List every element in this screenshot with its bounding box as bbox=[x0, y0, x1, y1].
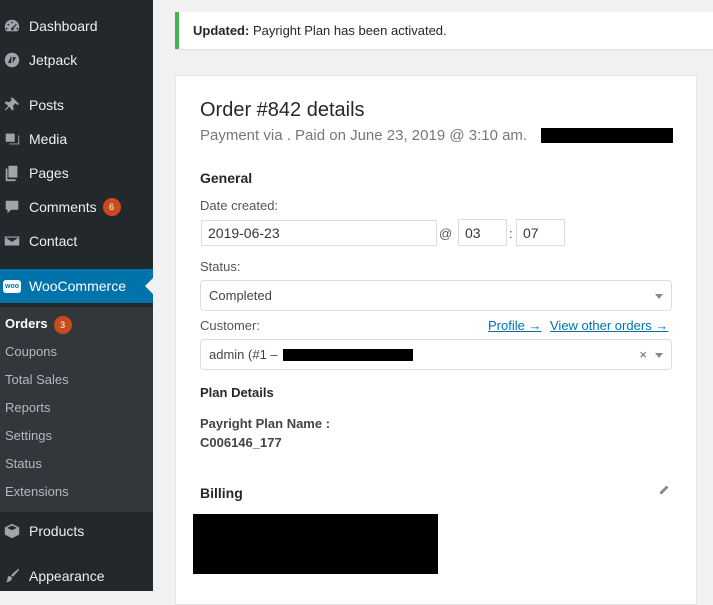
plan-details-heading: Plan Details bbox=[200, 385, 274, 400]
menu-item-jetpack[interactable]: Jetpack bbox=[0, 43, 153, 77]
submenu-item-coupons[interactable]: Coupons bbox=[5, 338, 57, 366]
activation-notice: Updated: Payright Plan has been activate… bbox=[175, 12, 713, 49]
plan-name-value: C006146_177 bbox=[200, 435, 282, 450]
menu-item-posts[interactable]: Posts bbox=[0, 88, 153, 122]
redaction-bar bbox=[283, 349, 413, 361]
menu-label: Pages bbox=[29, 165, 69, 181]
menu-item-pages[interactable]: Pages bbox=[0, 156, 153, 190]
minute-input[interactable]: 07 bbox=[516, 219, 565, 246]
chevron-down-icon bbox=[655, 352, 663, 358]
menu-item-appearance[interactable]: Appearance bbox=[0, 559, 153, 593]
notice-prefix: Updated: bbox=[193, 23, 250, 38]
billing-heading: Billing bbox=[200, 485, 243, 501]
woo-icon: woo bbox=[2, 276, 22, 296]
orders-count-badge: 3 bbox=[53, 316, 72, 334]
active-arrow bbox=[145, 278, 153, 294]
status-value: Completed bbox=[209, 288, 272, 303]
comment-icon bbox=[2, 197, 22, 217]
menu-item-media[interactable]: Media bbox=[0, 122, 153, 156]
date-created-value: 2019-06-23 bbox=[208, 225, 280, 241]
minute-value: 07 bbox=[523, 224, 539, 241]
submenu-item-settings[interactable]: Settings bbox=[5, 422, 52, 450]
menu-item-contact[interactable]: Contact bbox=[0, 224, 153, 258]
comment-count-badge: 6 bbox=[102, 198, 121, 216]
chevron-down-icon bbox=[655, 293, 663, 299]
at-separator: @ bbox=[439, 226, 453, 241]
brush-icon bbox=[2, 566, 22, 586]
date-created-label: Date created: bbox=[200, 198, 279, 213]
redaction-block bbox=[193, 514, 438, 574]
date-created-input[interactable]: 2019-06-23 bbox=[201, 220, 437, 246]
view-other-orders-link[interactable]: View other orders → bbox=[550, 318, 668, 333]
order-title: Order #842 details bbox=[200, 99, 365, 121]
menu-label: Jetpack bbox=[29, 52, 78, 68]
menu-label: Posts bbox=[29, 97, 65, 113]
status-label: Status: bbox=[200, 259, 241, 274]
menu-label: Media bbox=[29, 131, 68, 147]
profile-link[interactable]: Profile → bbox=[488, 318, 541, 333]
clear-icon[interactable]: × bbox=[639, 347, 647, 363]
submenu-item-total-sales[interactable]: Total Sales bbox=[5, 366, 69, 394]
submenu-item-extensions[interactable]: Extensions bbox=[5, 478, 69, 506]
order-payment-subtitle: Payment via . Paid on June 23, 2019 @ 3:… bbox=[200, 127, 528, 144]
menu-label: Products bbox=[29, 523, 85, 539]
menu-item-products[interactable]: Products bbox=[0, 514, 153, 548]
menu-item-dashboard[interactable]: Dashboard bbox=[0, 9, 153, 43]
media-icon bbox=[2, 129, 22, 149]
general-heading: General bbox=[200, 170, 253, 186]
menu-label: Contact bbox=[29, 233, 78, 249]
plan-name-label: Payright Plan Name : bbox=[200, 416, 331, 431]
customer-label: Customer: bbox=[200, 318, 260, 333]
dashboard-icon bbox=[2, 16, 22, 36]
pin-icon bbox=[2, 95, 22, 115]
submenu-item-orders[interactable]: Orders 3 bbox=[5, 310, 72, 338]
status-select[interactable]: Completed bbox=[200, 280, 672, 311]
redaction-bar bbox=[541, 128, 673, 143]
menu-label: Appearance bbox=[29, 568, 105, 584]
jetpack-icon bbox=[2, 50, 22, 70]
menu-item-comments[interactable]: Comments 6 bbox=[0, 190, 153, 224]
menu-label: Comments bbox=[29, 199, 97, 215]
admin-sidebar: Dashboard Jetpack Posts Media Pages Comm… bbox=[0, 0, 153, 591]
hour-value: 03 bbox=[465, 224, 481, 241]
submenu-label: Orders bbox=[5, 316, 48, 331]
hour-input[interactable]: 03 bbox=[458, 219, 507, 246]
menu-item-woocommerce[interactable]: woo WooCommerce bbox=[0, 269, 153, 303]
pages-icon bbox=[2, 163, 22, 183]
pencil-icon[interactable] bbox=[658, 484, 670, 496]
envelope-icon bbox=[2, 231, 22, 251]
menu-label: Dashboard bbox=[29, 18, 98, 34]
colon-separator: : bbox=[509, 226, 513, 241]
customer-select[interactable]: admin (#1 – × bbox=[200, 339, 672, 370]
box-icon bbox=[2, 521, 22, 541]
woocommerce-submenu: Orders 3 Coupons Total Sales Reports Sett… bbox=[0, 307, 153, 512]
notice-message: Payright Plan has been activated. bbox=[249, 23, 447, 38]
woo-logo-text: woo bbox=[3, 279, 21, 293]
menu-label: WooCommerce bbox=[29, 278, 126, 294]
submenu-item-reports[interactable]: Reports bbox=[5, 394, 51, 422]
customer-value: admin (#1 – bbox=[209, 347, 278, 362]
submenu-item-status[interactable]: Status bbox=[5, 450, 42, 478]
